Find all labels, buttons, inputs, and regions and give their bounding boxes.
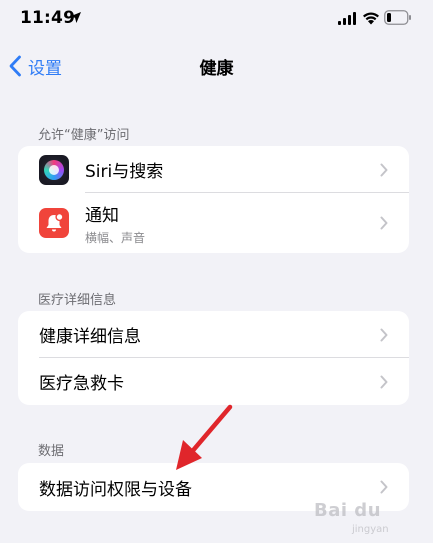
data-access-devices-label: 数据访问权限与设备: [39, 479, 192, 500]
status-time: 11:49: [20, 8, 76, 28]
section-header-allow-access: 允许“健康”访问: [38, 128, 130, 143]
page-title: 健康: [199, 59, 234, 79]
notifications-label: 通知: [85, 205, 119, 226]
notifications-row[interactable]: 通知 横幅、声音: [18, 193, 409, 253]
medical-id-label: 医疗急救卡: [39, 374, 124, 394]
chevron-right-icon: [380, 163, 388, 176]
medical-group: 健康详细信息 医疗急救卡: [18, 311, 409, 405]
health-details-row[interactable]: 健康详细信息: [18, 311, 409, 358]
health-details-label: 健康详细信息: [39, 327, 141, 347]
chevron-right-icon: [380, 216, 388, 230]
wifi-icon: [363, 12, 379, 25]
battery-low-icon: [384, 10, 411, 25]
section-header-medical: 医疗详细信息: [38, 293, 117, 308]
siri-search-label: Siri与搜索: [85, 162, 164, 182]
siri-icon: [39, 154, 69, 185]
chevron-right-icon: [380, 375, 388, 388]
siri-search-row[interactable]: Siri与搜索: [18, 146, 409, 193]
cellular-signal-icon: [338, 12, 356, 25]
watermark-sub: jingyan: [352, 524, 389, 535]
notifications-sublabel: 横幅、声音: [85, 230, 146, 245]
chevron-right-icon: [380, 480, 388, 494]
navigation-bar: 设置 健康: [0, 44, 433, 88]
red-annotation-arrow-icon: [176, 404, 233, 470]
baidu-watermark: Bai du: [314, 500, 382, 521]
allow-access-group: Siri与搜索 通知 横幅、声音: [18, 146, 409, 253]
chevron-right-icon: [380, 328, 388, 341]
medical-id-row[interactable]: 医疗急救卡: [18, 358, 409, 405]
notification-bell-icon: [39, 208, 69, 238]
location-arrow-icon: [70, 12, 81, 23]
status-bar: 11:49: [0, 0, 433, 40]
section-header-data: 数据: [38, 444, 65, 459]
